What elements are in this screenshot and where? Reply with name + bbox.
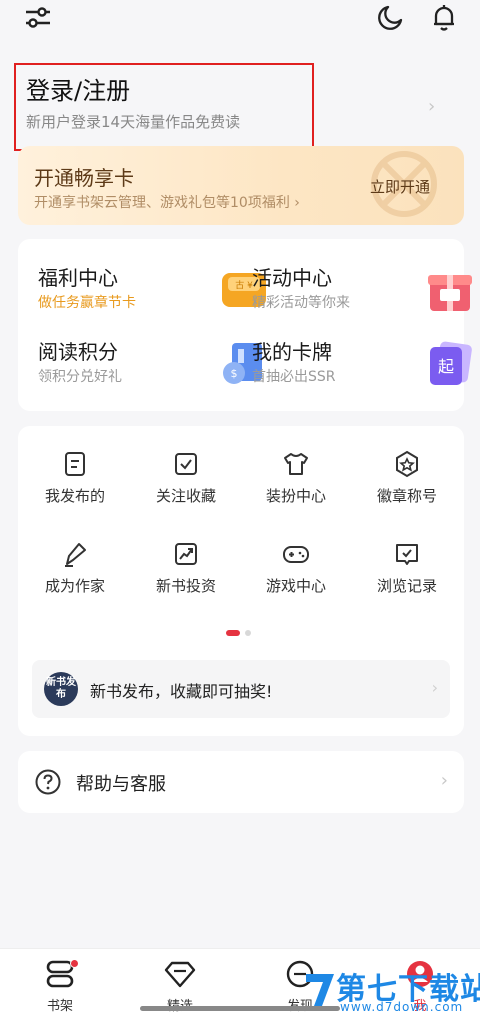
login-register-box[interactable]: 登录/注册 新用户登录14天海量作品免费读 (14, 63, 314, 151)
vip-open-button[interactable]: 立即开通 (370, 176, 430, 197)
vip-title: 开通畅享卡 (34, 166, 134, 190)
pen-icon (65, 543, 86, 567)
card-qi-icon: 起 (430, 341, 472, 385)
night-mode-icon[interactable] (376, 4, 404, 32)
grid-item-new-book-invest[interactable]: 新书投资 (131, 540, 241, 610)
grid-item-label: 关注收藏 (155, 487, 216, 505)
diamond-icon (163, 957, 197, 991)
settings-sliders-icon[interactable] (24, 4, 52, 32)
vip-subtitle: 开通享书架云管理、游戏礼包等10项福利 › (34, 195, 300, 211)
badge-star-icon (396, 450, 418, 478)
benefit-welfare-center[interactable]: 福利中心 做任务赢章节卡 古 ¥ (38, 265, 266, 325)
chevron-right-icon: › (440, 770, 448, 791)
grid-item-label: 新书投资 (155, 577, 216, 595)
grid-item-label: 游戏中心 (265, 577, 326, 595)
svg-text:古 ¥: 古 ¥ (235, 279, 253, 291)
promo-text: 新书发布，收藏即可抽奖! (90, 682, 273, 701)
vip-card[interactable]: 开通畅享卡 开通享书架云管理、游戏礼包等10项福利 › 立即开通 (18, 146, 464, 225)
tab-label: 书架 (46, 999, 73, 1014)
document-icon (65, 452, 85, 476)
features-grid-card: 我发布的 关注收藏 装扮中心 徽章称号 成为作家 新书投资 游戏中心 浏览记录 … (18, 426, 464, 736)
benefit-reading-points[interactable]: 阅读积分 领积分兑好礼 $ (38, 339, 262, 399)
grid-item-label: 我发布的 (44, 487, 105, 505)
promo-badge: 新书发布 (44, 672, 78, 706)
page-indicator (226, 630, 251, 636)
home-indicator (140, 1006, 340, 1011)
gift-box-icon (428, 275, 472, 311)
benefit-subtitle: 领积分兑好礼 (38, 369, 122, 385)
gamepad-icon (283, 546, 309, 563)
help-service-row[interactable]: 帮助与客服 › (18, 751, 464, 813)
top-bar (0, 0, 480, 40)
grid-item-label: 浏览记录 (376, 577, 437, 595)
grid-item-label: 成为作家 (44, 577, 105, 595)
login-title: 登录/注册 (26, 77, 131, 105)
bell-icon[interactable] (430, 4, 458, 32)
grid-item-browse-history[interactable]: 浏览记录 (352, 540, 462, 610)
benefit-title: 阅读积分 (38, 340, 118, 364)
tab-label: 精选 (140, 995, 220, 1014)
tab-bookshelf[interactable]: 书架 (20, 957, 100, 1014)
watermark-url: www.d7down.com (340, 1000, 464, 1014)
benefits-card: 福利中心 做任务赢章节卡 古 ¥ 活动中心 精彩活动等你来 阅读积分 领积分兑好… (18, 239, 472, 411)
svg-text:起: 起 (438, 357, 454, 376)
benefit-title: 活动中心 (252, 266, 332, 290)
chevron-right-icon[interactable]: › (428, 96, 435, 117)
login-subtitle: 新用户登录14天海量作品免费读 (26, 113, 241, 131)
trend-chart-icon (175, 543, 197, 565)
page-dot-active (226, 630, 240, 636)
promo-banner[interactable]: 新书发布 新书发布，收藏即可抽奖! › (32, 660, 450, 718)
notification-dot (70, 959, 79, 968)
grid-item-my-posts[interactable]: 我发布的 (20, 450, 130, 520)
svg-text:$: $ (231, 367, 238, 380)
benefit-my-cards[interactable]: 我的卡牌 首抽必出SSR 起 (252, 339, 472, 399)
grid-item-label: 徽章称号 (376, 487, 437, 505)
grid-item-become-author[interactable]: 成为作家 (20, 540, 130, 610)
page-dot (245, 630, 251, 636)
benefit-title: 福利中心 (38, 266, 118, 290)
grid-item-game-center[interactable]: 游戏中心 (241, 540, 351, 610)
question-circle-icon (35, 769, 61, 795)
history-icon (396, 544, 418, 565)
chevron-right-icon: › (431, 678, 438, 697)
grid-item-follow-favorites[interactable]: 关注收藏 (131, 450, 241, 520)
watermark-logo-icon (306, 974, 334, 1006)
grid-item-badges-titles[interactable]: 徽章称号 (352, 450, 462, 520)
benefit-subtitle: 精彩活动等你来 (252, 295, 350, 311)
benefit-activity-center[interactable]: 活动中心 精彩活动等你来 (252, 265, 472, 325)
tshirt-icon (284, 453, 308, 475)
grid-item-dress-up-center[interactable]: 装扮中心 (241, 450, 351, 520)
benefit-subtitle: 做任务赢章节卡 (38, 295, 136, 311)
benefit-subtitle: 首抽必出SSR (252, 369, 336, 385)
bookshelf-icon (43, 957, 79, 991)
benefit-title: 我的卡牌 (252, 340, 332, 364)
help-label: 帮助与客服 (76, 774, 166, 795)
bookmark-check-icon (175, 453, 197, 475)
grid-item-label: 装扮中心 (265, 487, 326, 505)
